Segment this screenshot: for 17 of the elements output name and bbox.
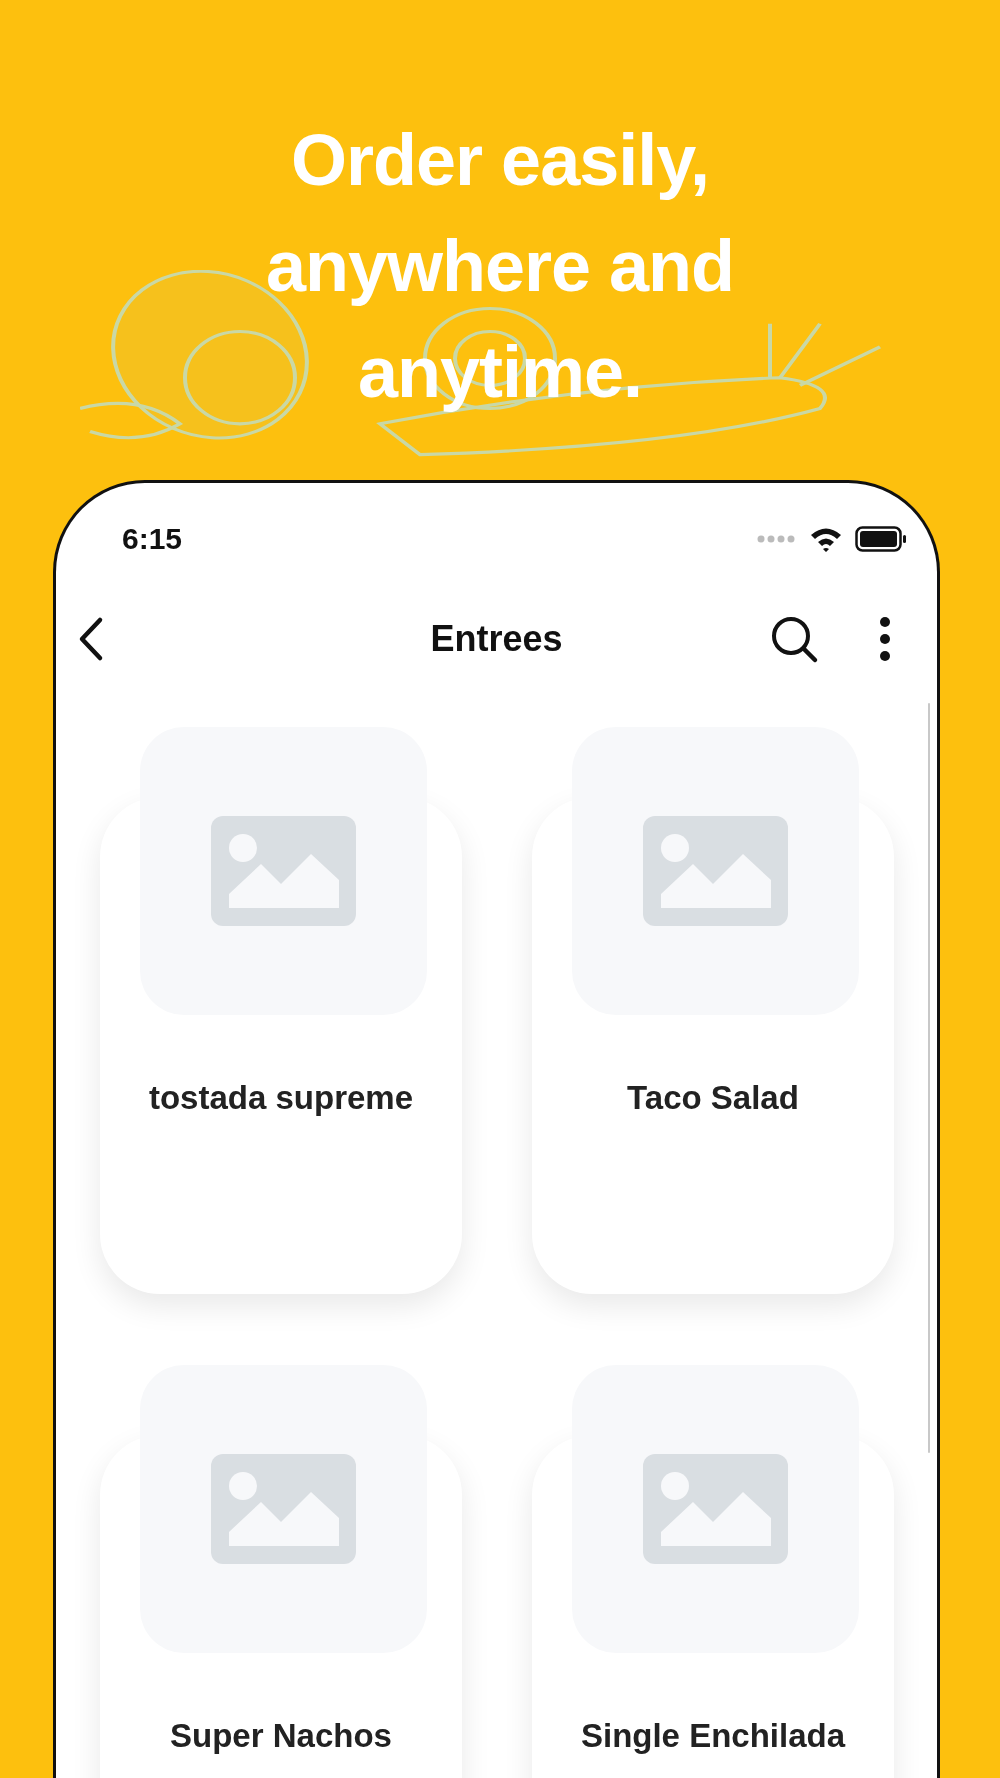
headline-text: anywhere and <box>265 225 735 308</box>
image-placeholder-icon <box>643 816 788 926</box>
wifi-icon <box>809 526 843 552</box>
item-name: tostada supreme <box>148 1079 414 1116</box>
status-time: 6:15 <box>122 522 183 556</box>
image-placeholder-icon <box>211 816 356 926</box>
image-placeholder-icon <box>211 1454 356 1564</box>
headline-text: Order easily, <box>291 119 709 202</box>
item-name: Taco Salad <box>627 1079 799 1116</box>
item-name: Super Nachos <box>170 1717 392 1754</box>
page-title: Entrees <box>430 618 563 659</box>
signal-icon <box>757 535 797 543</box>
search-icon[interactable] <box>769 614 819 664</box>
image-placeholder-icon <box>643 1454 788 1564</box>
more-icon[interactable] <box>879 616 891 662</box>
item-name: Single Enchilada <box>580 1717 846 1754</box>
battery-icon <box>855 526 907 552</box>
